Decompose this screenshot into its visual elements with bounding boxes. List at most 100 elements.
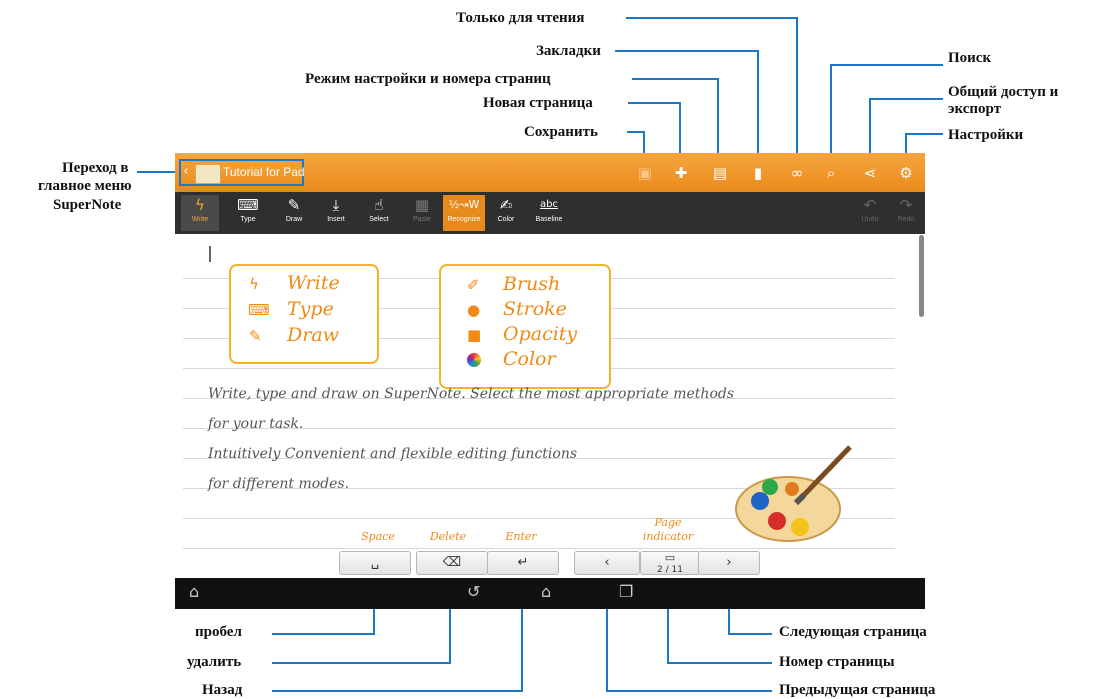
search-icon[interactable]: ⌕ — [823, 165, 839, 181]
notebook-title: Tutorial for Pad — [223, 165, 305, 179]
tool-recognize[interactable]: ½↝W Recognize — [443, 195, 485, 231]
handwriting-line: Intuitively Convenient and flexible edit… — [208, 446, 578, 462]
callout-home-1: Переход в — [62, 160, 129, 176]
tool-label: Recognize — [447, 216, 481, 223]
prev-page-button[interactable]: ‹ — [574, 551, 640, 575]
tool-label: Type — [240, 216, 256, 223]
undo-icon: ↶ — [863, 196, 877, 214]
leader-line — [869, 98, 943, 100]
delete-key[interactable]: ⌫ — [416, 551, 488, 575]
space-key-label: Space — [361, 530, 395, 543]
bubble-color: Color — [503, 348, 556, 370]
note-page[interactable]: ϟ Write ⌨ Type ✎ Draw ✐ Brush ● Stroke ■… — [175, 234, 925, 578]
tool-label: Redo — [897, 216, 915, 223]
scrollbar[interactable] — [919, 235, 924, 317]
new-page-icon[interactable]: ✚ — [673, 165, 689, 181]
bubble-opacity: Opacity — [503, 323, 578, 345]
callout-prev-page: Предыдущая страница — [779, 682, 936, 698]
tool-type[interactable]: ⌨ Type — [229, 195, 267, 231]
keyboard-icon: ⌨ — [237, 196, 259, 214]
tool-paste[interactable]: ▦ Paste — [403, 195, 441, 231]
current-page-number: 2 — [657, 565, 663, 575]
delete-key-label: Delete — [429, 530, 467, 543]
bubble-type: Type — [287, 298, 334, 320]
next-page-button[interactable]: › — [698, 551, 760, 575]
callout-share-2: экспорт — [948, 101, 1002, 117]
leader-line — [626, 17, 798, 19]
keyboard-icon: ⌨ — [248, 301, 270, 319]
system-nav-bar: ⌂ ↺ ⌂ ❐ — [175, 578, 925, 609]
recent-apps-icon[interactable]: ❐ — [619, 582, 633, 601]
tool-color[interactable]: ✍ Color — [487, 195, 525, 231]
callout-settings: Настройки — [948, 127, 1024, 143]
paste-icon: ▦ — [414, 196, 430, 214]
handwriting-line: for different modes. — [208, 476, 350, 492]
leader-line — [628, 102, 681, 104]
handwriting-line: for your task. — [208, 416, 304, 432]
page-indicator: ▭ 2 / 11 — [640, 551, 700, 575]
callout-next-page: Следующая страница — [779, 624, 927, 640]
callout-search: Поиск — [948, 50, 992, 66]
back-icon[interactable]: ↺ — [467, 582, 480, 601]
brush-icon: ✎ — [249, 327, 262, 345]
share-icon[interactable]: ⋖ — [862, 165, 878, 181]
tool-write[interactable]: ϟ Write — [181, 195, 219, 231]
page-indicator-label-1: Page — [654, 516, 682, 529]
bubble-stroke: Stroke — [503, 298, 567, 320]
color-pen-icon: ✍ — [499, 196, 513, 214]
callout-space: пробел — [195, 624, 242, 640]
leader-line — [272, 633, 375, 635]
space-key[interactable]: ␣ — [339, 551, 411, 575]
leader-line — [796, 17, 798, 167]
bookmark-icon[interactable]: ▮ — [750, 165, 766, 181]
callout-page-number: Номер страницы — [779, 654, 895, 670]
write-icon: ϟ — [249, 275, 259, 293]
leader-line — [830, 64, 943, 66]
write-icon: ϟ — [195, 196, 205, 214]
baseline-icon: abc — [540, 199, 558, 210]
total-page-number: 11 — [671, 565, 683, 575]
tool-baseline[interactable]: abc Baseline — [527, 195, 571, 231]
select-icon: ☝ — [374, 196, 384, 214]
tool-label: Color — [497, 216, 515, 223]
home-icon[interactable]: ⌂ — [541, 582, 551, 601]
brush-icon: ✐ — [467, 276, 480, 294]
tool-label: Insert — [327, 216, 345, 223]
tool-label: Paste — [413, 216, 431, 223]
settings-gear-icon[interactable]: ⚙ — [898, 165, 914, 181]
tablet-screen: ‹ Tutorial for Pad ▣ ✚ ▤ ▮ ∞ ⌕ ⋖ ⚙ ϟ Wri… — [175, 153, 925, 609]
save-icon[interactable]: ▣ — [637, 165, 653, 181]
edit-toolbar: ϟ Write ⌨ Type ✎ Draw ⤓ Insert ☝ Select … — [175, 192, 925, 234]
enter-key[interactable]: ↵ — [487, 551, 559, 575]
tool-select[interactable]: ☝ Select — [360, 195, 398, 231]
leader-line — [830, 64, 832, 167]
redo-icon: ↷ — [899, 196, 913, 214]
leader-line — [728, 633, 772, 635]
bubble-brush: Brush — [503, 273, 561, 295]
page-mode-icon[interactable]: ▤ — [712, 165, 728, 181]
up-chevron-icon[interactable]: ⌂ — [189, 582, 199, 601]
leader-line — [615, 50, 759, 52]
callout-delete: удалить — [187, 654, 242, 670]
read-only-icon[interactable]: ∞ — [787, 165, 807, 181]
callout-home-3: SuperNote — [53, 197, 122, 213]
notebook-icon — [195, 164, 221, 184]
color-wheel-icon — [467, 353, 481, 367]
opacity-icon: ■ — [467, 326, 482, 344]
undo-button[interactable]: ↶ Undo — [851, 195, 889, 231]
tool-label: Write — [191, 216, 209, 223]
callout-home-2: главное меню — [38, 178, 132, 194]
tool-label: Undo — [861, 216, 879, 223]
leader-line — [905, 133, 943, 135]
leader-line — [137, 171, 177, 173]
insert-icon: ⤓ — [332, 196, 340, 214]
callout-back: Назад — [202, 682, 243, 698]
tool-draw[interactable]: ✎ Draw — [275, 195, 313, 231]
page-indicator-icon: ▭ — [664, 551, 676, 564]
tool-label: Select — [369, 216, 389, 223]
redo-button[interactable]: ↷ Redo — [887, 195, 925, 231]
leader-line — [606, 690, 772, 692]
tool-label: Draw — [285, 216, 303, 223]
tool-insert[interactable]: ⤓ Insert — [317, 195, 355, 231]
callout-share-1: Общий доступ и — [948, 84, 1059, 100]
